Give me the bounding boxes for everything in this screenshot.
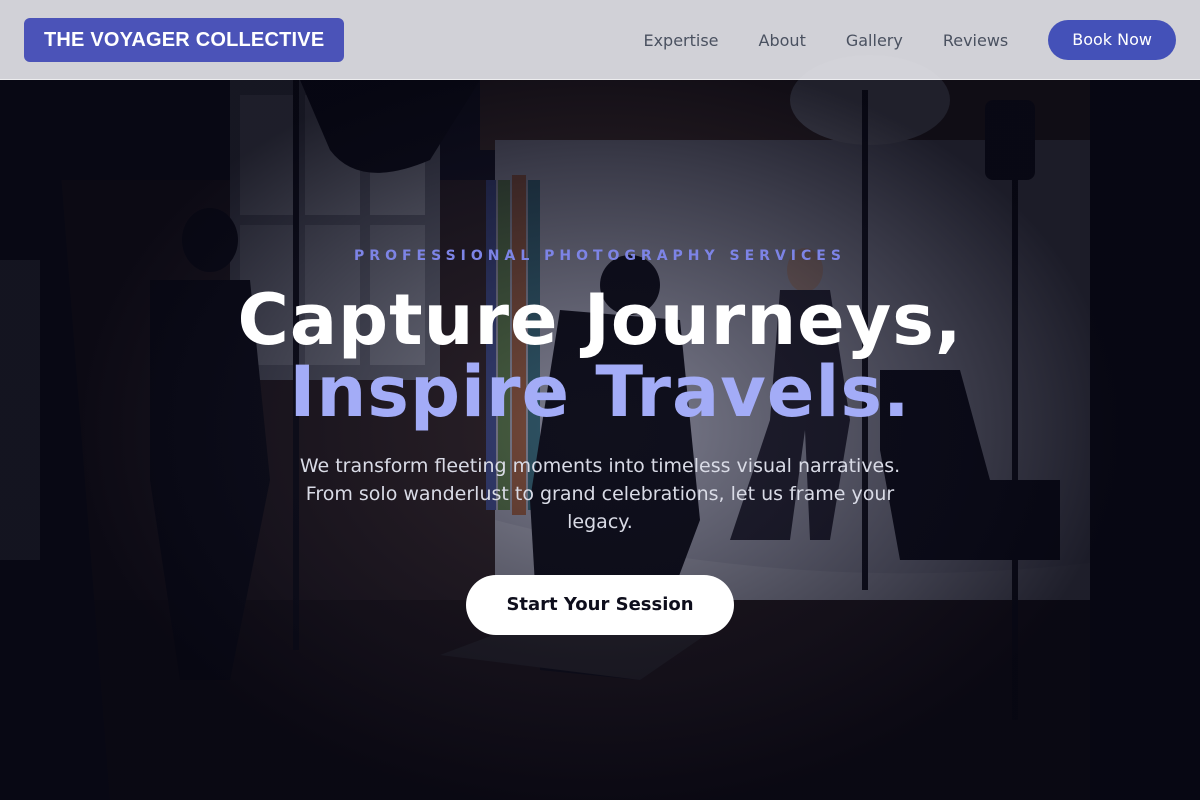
hero-headline-line2: Inspire Travels.: [289, 351, 911, 433]
hero-eyebrow: PROFESSIONAL PHOTOGRAPHY SERVICES: [354, 248, 846, 264]
hero-headline-line1: Capture Journeys,: [237, 279, 963, 361]
page: THE VOYAGER COLLECTIVE Expertise About G…: [0, 0, 1200, 800]
hero-subtext: We transform fleeting moments into timel…: [299, 455, 901, 533]
hero-section: PROFESSIONAL PHOTOGRAPHY SERVICES Captur…: [0, 0, 1200, 800]
start-session-button[interactable]: Start Your Session: [466, 575, 734, 635]
